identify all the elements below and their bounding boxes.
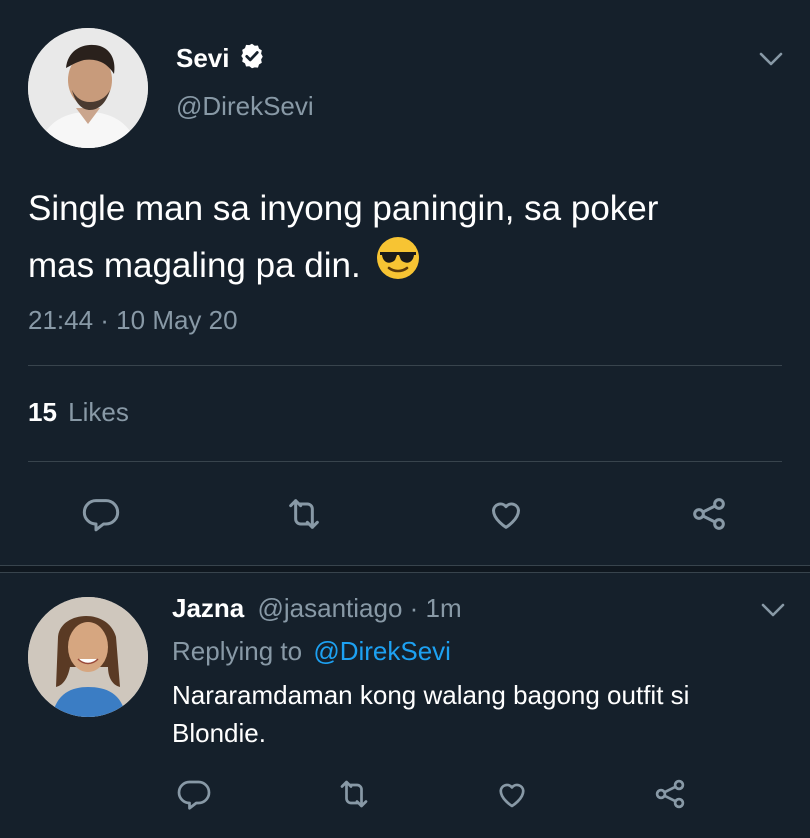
likes-count: 15 <box>28 397 57 427</box>
verified-badge-icon <box>238 42 266 75</box>
reply-icon <box>176 776 212 812</box>
reply-share-button[interactable] <box>648 772 692 816</box>
tweet-text: Single man sa inyong paningin, sa poker … <box>28 183 658 296</box>
reply-button[interactable] <box>79 492 123 536</box>
likes-stat[interactable]: 15 Likes <box>28 397 129 428</box>
reply-text-line: Blondie. <box>172 718 266 748</box>
reply-retweet-button[interactable] <box>332 772 376 816</box>
share-icon <box>689 494 729 534</box>
reply-text-line: Nararamdaman kong walang bagong outfit s… <box>172 680 690 710</box>
author-avatar[interactable] <box>28 28 148 148</box>
author-name[interactable]: Sevi <box>176 43 230 74</box>
chevron-down-icon[interactable] <box>756 46 786 72</box>
reply-like-button[interactable] <box>490 772 534 816</box>
divider <box>28 365 782 366</box>
tweet-text-line: mas magaling pa din. <box>28 245 361 285</box>
author-handle[interactable]: @DirekSevi <box>176 91 314 122</box>
share-icon <box>652 776 688 812</box>
reply-text: Nararamdaman kong walang bagong outfit s… <box>172 676 689 752</box>
tweet-text-line: Single man sa inyong paningin, sa poker <box>28 189 659 228</box>
reply-icon <box>81 494 121 534</box>
like-button[interactable] <box>484 492 528 536</box>
retweet-button[interactable] <box>282 492 326 536</box>
tweet-timestamp[interactable]: 21:44 · 10 May 20 <box>28 305 238 336</box>
retweet-icon <box>284 494 324 534</box>
reply-avatar[interactable] <box>28 597 148 717</box>
section-divider <box>0 565 810 573</box>
reply-author-name[interactable]: Jazna <box>172 593 244 623</box>
divider <box>28 461 782 462</box>
sunglasses-emoji-icon <box>375 235 421 296</box>
replying-to-link[interactable]: @DirekSevi <box>313 636 451 666</box>
likes-label: Likes <box>68 397 129 427</box>
replying-to-label: Replying to <box>172 636 303 666</box>
reply-chevron-down-icon[interactable] <box>758 597 788 623</box>
reply-handle-time[interactable]: @jasantiago · 1m <box>258 593 462 623</box>
reply-reply-button[interactable] <box>172 772 216 816</box>
like-icon <box>486 494 526 534</box>
retweet-icon <box>336 776 372 812</box>
share-button[interactable] <box>687 492 731 536</box>
like-icon <box>494 776 530 812</box>
